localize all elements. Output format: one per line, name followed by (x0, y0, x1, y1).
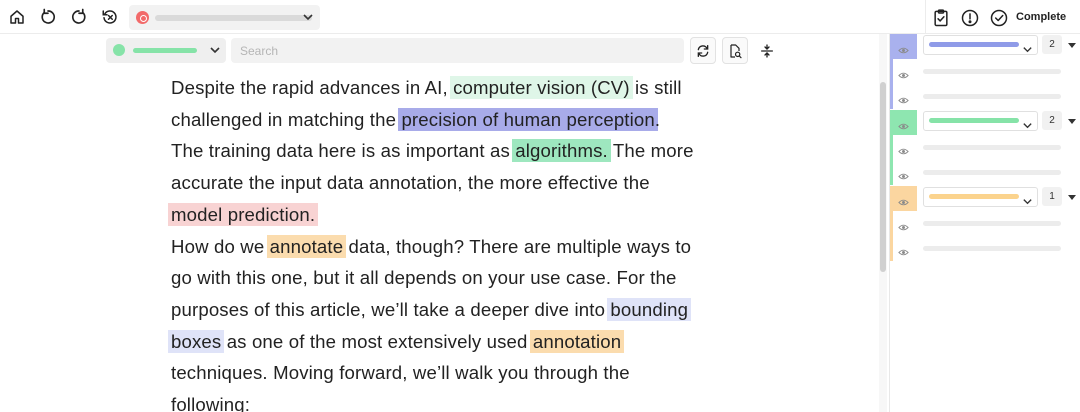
text-segment: How do we (171, 235, 270, 257)
eye-icon[interactable] (898, 243, 909, 256)
label-color-bar (929, 118, 1019, 123)
annotation-panel: 2 2 1 (889, 34, 1080, 412)
text-segment: is still (629, 77, 682, 98)
eye-icon[interactable] (898, 91, 909, 104)
text-segment: challenged in matching the (171, 108, 402, 130)
expand-caret-icon[interactable] (1068, 43, 1076, 48)
annotation-item-placeholder (923, 221, 1061, 226)
annotation-label-select[interactable] (923, 111, 1038, 131)
annotation-label-select[interactable] (923, 35, 1038, 55)
document-line: following: (171, 389, 731, 412)
document-line: go with this one, but it all depends on … (171, 262, 731, 294)
text-segment: data, though? There are multiple ways to (343, 235, 692, 257)
label-name-placeholder (133, 48, 197, 53)
eye-icon[interactable] (898, 218, 909, 231)
text-segment: techniques. Moving forward, we’ll walk y… (171, 362, 630, 384)
annotation-count: 2 (1042, 35, 1062, 54)
eye-icon[interactable] (898, 193, 909, 206)
chevron-down-icon (1022, 116, 1033, 129)
annotated-span[interactable]: precision of human perception (398, 107, 658, 131)
annotation-count: 1 (1042, 187, 1062, 206)
chevron-down-icon (1022, 40, 1033, 53)
text-segment: Despite the rapid advances in AI, (171, 77, 454, 98)
chevron-down-icon (1022, 192, 1033, 205)
annotation-item-placeholder (923, 69, 1061, 74)
label-select[interactable] (106, 38, 226, 63)
annotation-item[interactable] (890, 59, 1080, 84)
clipboard-check-icon[interactable] (930, 7, 952, 29)
document-line: Despite the rapid advances in AI, comput… (171, 72, 731, 104)
refresh-icon[interactable] (690, 37, 716, 64)
annotation-item-placeholder (923, 246, 1061, 251)
annotated-span[interactable]: bounding (607, 297, 692, 321)
annotation-label-select[interactable] (923, 187, 1038, 207)
annotation-item[interactable] (890, 135, 1080, 160)
eye-icon[interactable] (898, 117, 909, 130)
top-toolbar: Complete (0, 0, 1080, 34)
project-status-icon (136, 11, 149, 24)
label-color-bar (929, 194, 1019, 199)
annotated-span[interactable]: annotate (266, 234, 347, 258)
expand-caret-icon[interactable] (1068, 195, 1076, 200)
document-line: accurate the input data annotation, the … (171, 167, 731, 199)
text-segment: The training data here is as important a… (171, 140, 516, 162)
document-line: purposes of this article, we’ll take a d… (171, 294, 731, 326)
annotated-span[interactable]: algorithms. (512, 139, 611, 163)
document-line: techniques. Moving forward, we’ll walk y… (171, 357, 731, 389)
annotated-span[interactable]: annotation (529, 329, 625, 353)
annotation-group-header[interactable]: 2 (890, 34, 1080, 59)
search-input[interactable] (231, 38, 684, 63)
chevron-down-icon (210, 47, 220, 54)
text-segment: following: (171, 394, 251, 412)
text-segment: as one of the most extensively used (221, 330, 533, 352)
project-select[interactable] (129, 5, 320, 30)
document-line: The training data here is as important a… (171, 135, 731, 167)
collapse-icon[interactable] (754, 37, 780, 64)
text-segment: . (654, 108, 661, 130)
text-segment: accurate the input data annotation, the … (171, 172, 650, 194)
document-text: Despite the rapid advances in AI, comput… (168, 72, 731, 412)
document-line: model prediction. (168, 199, 731, 231)
document-search-icon[interactable] (722, 37, 748, 64)
text-segment: go with this one, but it all depends on … (171, 267, 677, 289)
text-segment: The more (607, 140, 694, 162)
document-line: boxes as one of the most extensively use… (168, 326, 731, 358)
annotation-count: 2 (1042, 111, 1062, 130)
document-line: How do we annotate data, though? There a… (171, 231, 731, 263)
annotation-group-header[interactable]: 1 (890, 186, 1080, 211)
label-color-dot (113, 44, 125, 56)
eye-icon[interactable] (898, 142, 909, 155)
complete-button[interactable]: Complete (1016, 11, 1066, 23)
annotation-item-placeholder (923, 145, 1061, 150)
eye-icon[interactable] (898, 66, 909, 79)
annotated-span[interactable]: boxes (168, 329, 225, 353)
annotated-span[interactable]: model prediction. (168, 202, 319, 226)
text-segment: purposes of this article, we’ll take a d… (171, 298, 611, 320)
redo-icon[interactable] (67, 5, 91, 29)
undo-icon[interactable] (36, 5, 60, 29)
alert-icon[interactable] (959, 7, 981, 29)
annotation-item-placeholder (923, 94, 1061, 99)
expand-caret-icon[interactable] (1068, 119, 1076, 124)
eye-icon[interactable] (898, 167, 909, 180)
history-reset-icon[interactable] (98, 5, 122, 29)
annotation-item[interactable] (890, 84, 1080, 109)
check-circle-icon[interactable] (988, 7, 1010, 29)
annotation-item-placeholder (923, 170, 1061, 175)
chevron-down-icon (303, 14, 313, 21)
project-name-placeholder (155, 15, 312, 21)
document-scrollbar-thumb[interactable] (880, 82, 886, 272)
annotation-item[interactable] (890, 211, 1080, 236)
annotation-item[interactable] (890, 236, 1080, 261)
label-color-bar (929, 42, 1019, 47)
annotated-span[interactable]: computer vision (CV) (450, 76, 633, 99)
annotation-item[interactable] (890, 160, 1080, 185)
eye-icon[interactable] (898, 41, 909, 54)
right-toolbar: Complete (925, 0, 1080, 34)
document-line: challenged in matching the precision of … (171, 104, 731, 136)
annotation-group-header[interactable]: 2 (890, 110, 1080, 135)
home-icon[interactable] (5, 5, 29, 29)
